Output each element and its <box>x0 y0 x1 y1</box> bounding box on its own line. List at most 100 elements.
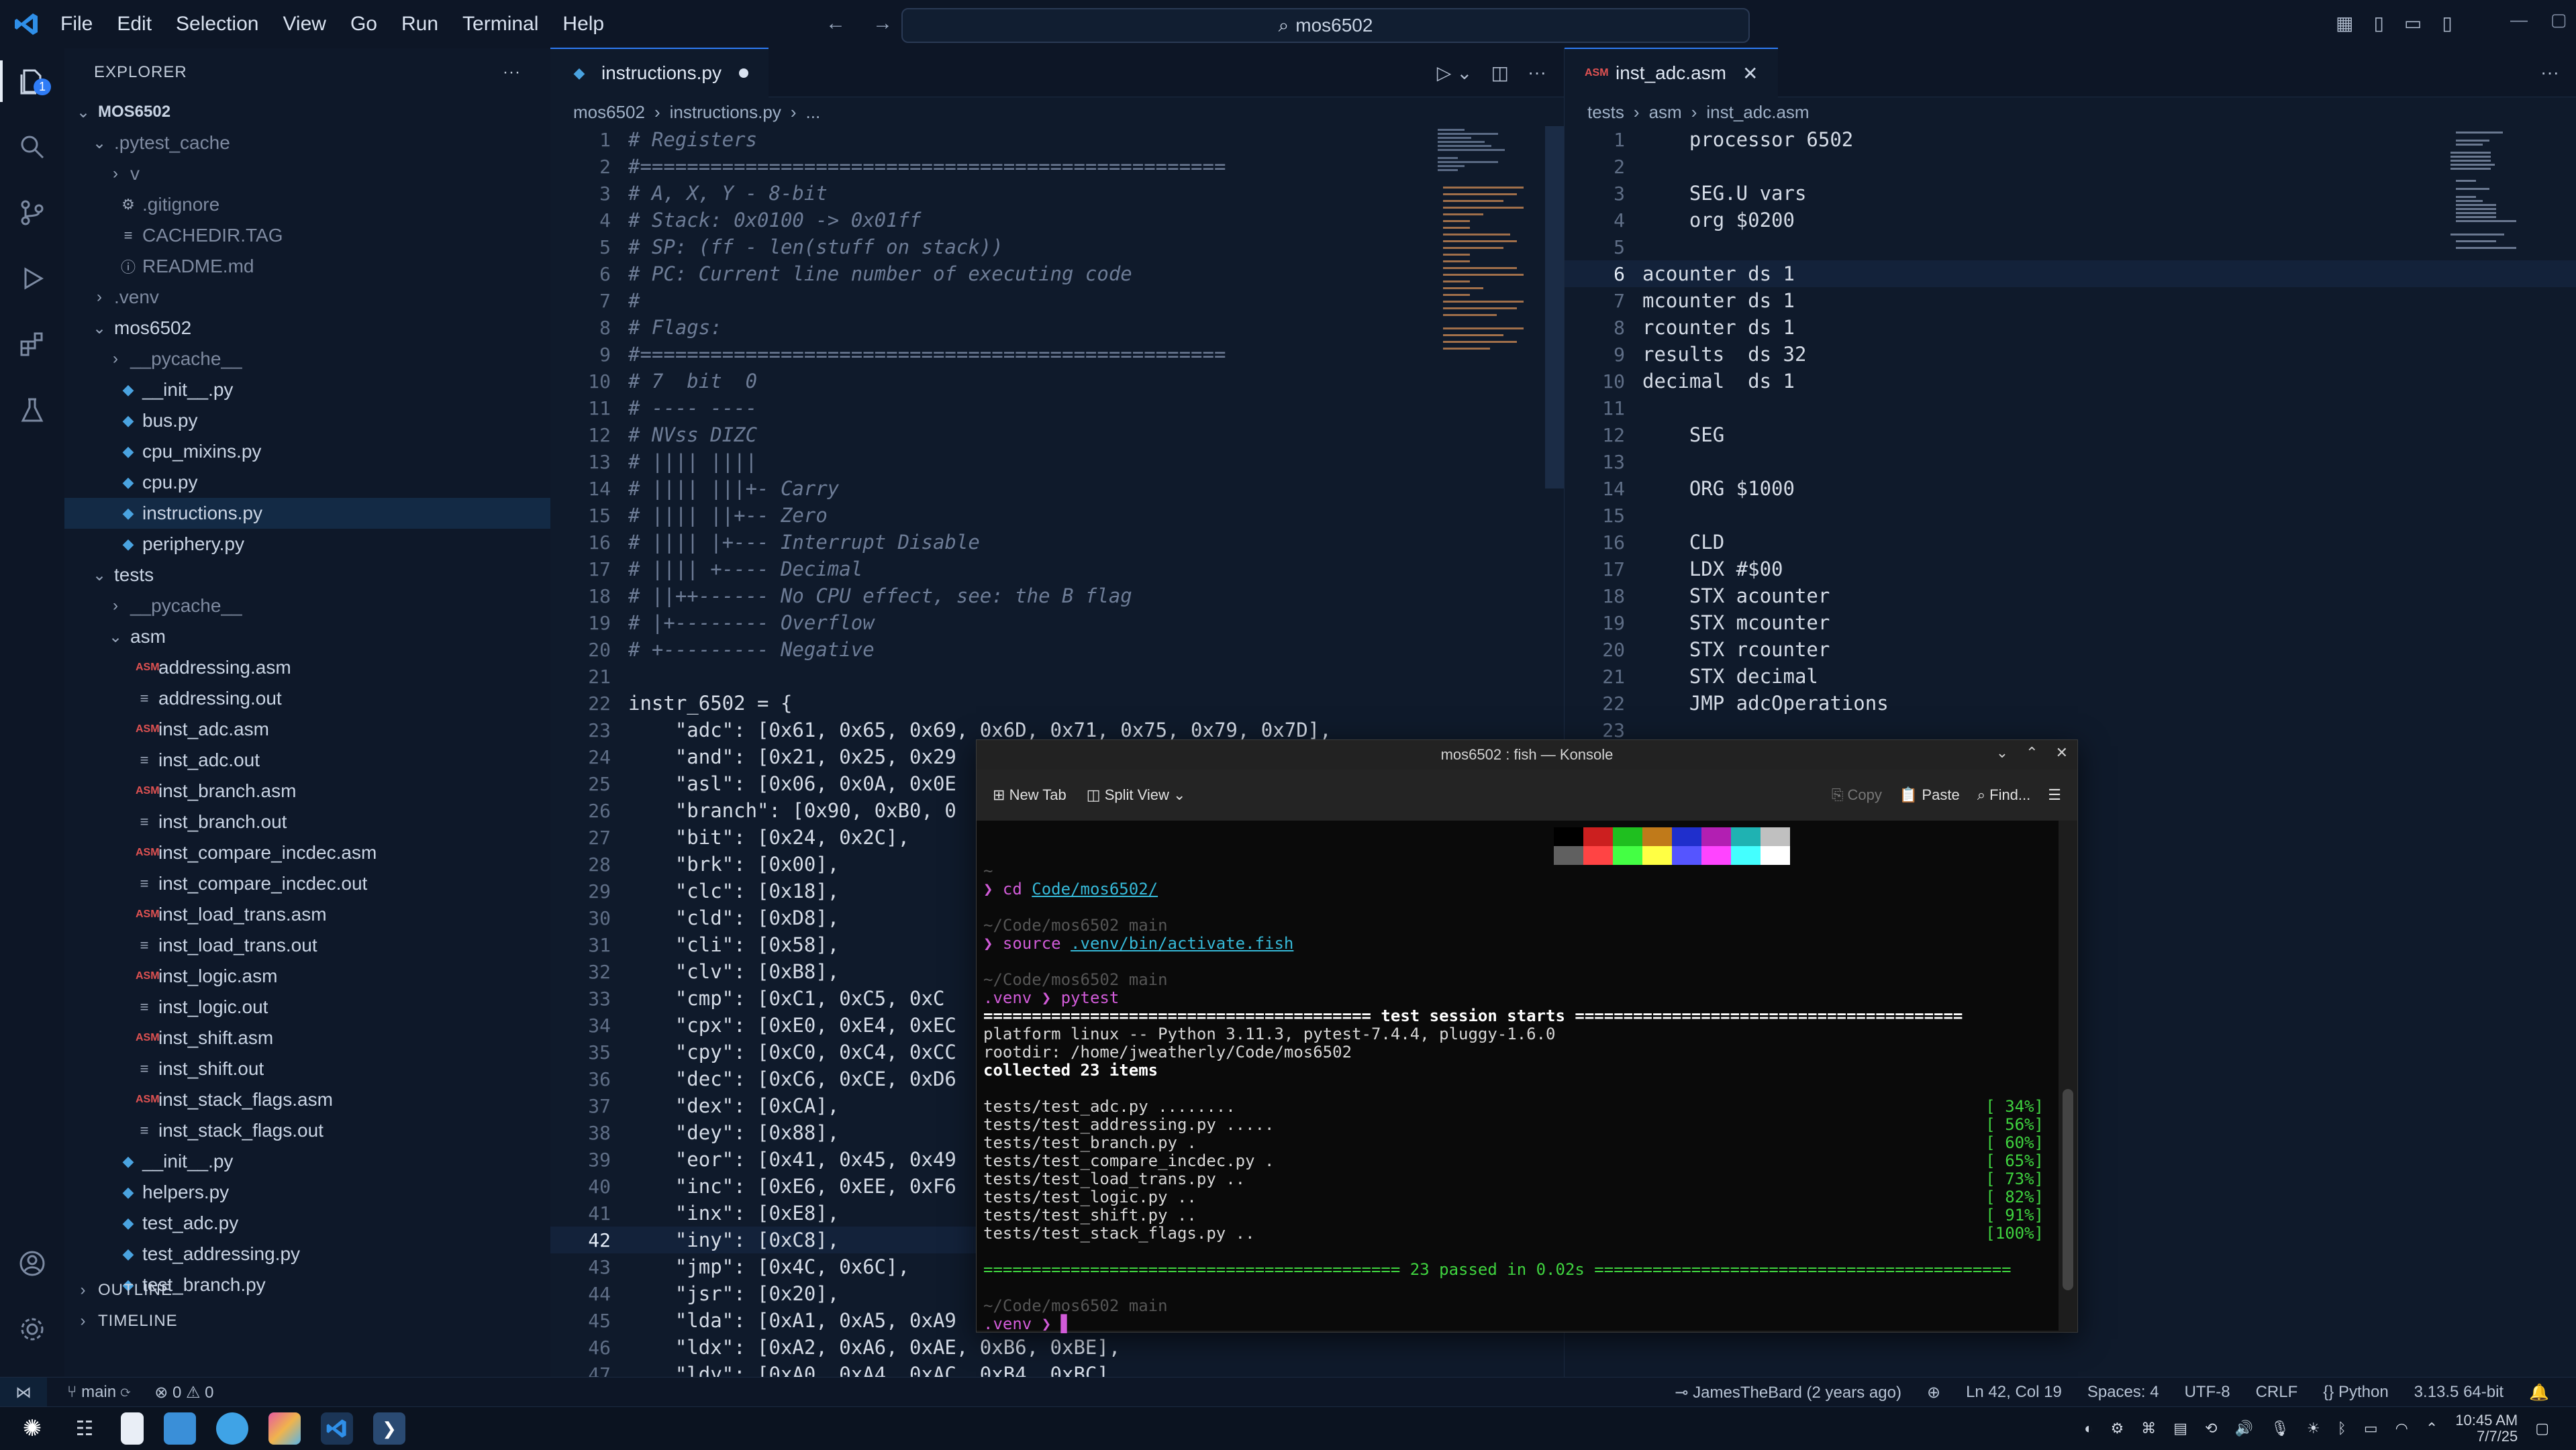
konsole-title-bar[interactable]: mos6502 : fish — Konsole ⌄ ⌃ ✕ <box>977 740 2077 770</box>
tree-file[interactable]: ≡ inst_branch.out <box>64 807 550 837</box>
code-line[interactable]: 13 # |||| |||| <box>550 448 1564 475</box>
code-line[interactable]: 17 # |||| +---- Decimal <box>550 556 1564 582</box>
branch-indicator[interactable]: ⑂ main ⟳ <box>67 1383 130 1402</box>
code-line[interactable]: 7 mcounter ds 1 <box>1565 287 2576 314</box>
tray-updates-icon[interactable]: ⟲ <box>2205 1420 2217 1437</box>
manage-gear-icon[interactable] <box>0 1296 64 1362</box>
tree-file[interactable]: ASM inst_stack_flags.asm <box>64 1084 550 1115</box>
code-line[interactable]: 10 decimal ds 1 <box>1565 368 2576 395</box>
tree-file[interactable]: ASM inst_load_trans.asm <box>64 899 550 930</box>
tree-file[interactable]: ASM inst_compare_incdec.asm <box>64 837 550 868</box>
tree-folder[interactable]: ⌄ mos6502 <box>64 313 550 344</box>
zoom-icon[interactable]: ⊕ <box>1927 1383 1940 1402</box>
breadcrumb-item[interactable]: asm <box>1649 102 1682 123</box>
tree-folder[interactable]: ⌄ MOS6502 <box>64 97 550 127</box>
more-actions-icon[interactable]: ··· <box>2540 62 2559 83</box>
code-line[interactable]: 5 <box>1565 234 2576 260</box>
task-manager-icon[interactable]: ☷ <box>68 1412 101 1445</box>
extensions-icon[interactable] <box>0 311 64 377</box>
sync-icon[interactable]: ⟳ <box>121 1383 130 1401</box>
hamburger-menu-icon[interactable]: ☰ <box>2048 786 2061 804</box>
tree-folder[interactable]: ⌄ .pytest_cache <box>64 127 550 158</box>
code-line[interactable]: 1 # Registers <box>550 126 1564 153</box>
code-line[interactable]: 1 processor 6502 <box>1565 126 2576 153</box>
show-desktop-icon[interactable]: ▢ <box>2535 1420 2549 1437</box>
code-line[interactable]: 8 # Flags: <box>550 314 1564 341</box>
menu-item-help[interactable]: Help <box>562 13 604 36</box>
terminal-output[interactable]: ~ ❯ cd Code/mos6502/~/Code/mos6502 main ❯ … <box>977 821 2071 1333</box>
tree-folder[interactable]: › v <box>64 158 550 189</box>
tree-file[interactable]: ≡ inst_compare_incdec.out <box>64 868 550 899</box>
minimize-icon[interactable]: — <box>2510 9 2528 30</box>
tree-file[interactable]: ◆ test_addressing.py <box>64 1239 550 1270</box>
more-actions-icon[interactable]: ··· <box>1528 62 1546 84</box>
indentation[interactable]: Spaces: 4 <box>2087 1383 2159 1402</box>
tree-file[interactable]: ◆ instructions.py <box>64 498 550 529</box>
code-line[interactable]: 7 # <box>550 287 1564 314</box>
outline-section[interactable]: › OUTLINE <box>64 1275 550 1306</box>
breadcrumb-item[interactable]: mos6502 <box>573 102 645 123</box>
cursor-position[interactable]: Ln 42, Col 19 <box>1966 1383 2062 1402</box>
breadcrumb-item[interactable]: ... <box>806 102 821 123</box>
source-control-icon[interactable] <box>0 180 64 246</box>
copy-button[interactable]: ⎘ Copy <box>1832 786 1882 804</box>
tree-file[interactable]: ASM inst_logic.asm <box>64 961 550 992</box>
line-ending[interactable]: CRLF <box>2256 1383 2298 1402</box>
menu-item-file[interactable]: File <box>60 13 93 36</box>
code-line[interactable]: 9 results ds 32 <box>1565 341 2576 368</box>
tree-file[interactable]: ≡ addressing.out <box>64 683 550 714</box>
toggle-secondary-sidebar-icon[interactable]: ▯ <box>2442 12 2452 34</box>
code-line[interactable]: 5 # SP: (ff - len(stuff on stack)) <box>550 234 1564 260</box>
split-editor-icon[interactable]: ◫ <box>1491 62 1509 84</box>
tree-folder[interactable]: › __pycache__ <box>64 344 550 374</box>
terminal-path-link[interactable]: .venv/bin/activate.fish <box>1071 934 1293 953</box>
app-launcher-icon[interactable]: ✺ <box>16 1412 48 1445</box>
tree-file[interactable]: ASM inst_adc.asm <box>64 714 550 745</box>
code-line[interactable]: 18 STX acounter <box>1565 582 2576 609</box>
code-line[interactable]: 16 CLD <box>1565 529 2576 556</box>
maximize-icon[interactable]: ▢ <box>2550 9 2567 30</box>
code-line[interactable]: 2 <box>1565 153 2576 180</box>
menu-item-run[interactable]: Run <box>401 13 438 36</box>
tree-file[interactable]: ◆ __init__.py <box>64 1146 550 1177</box>
tree-file[interactable]: ◆ helpers.py <box>64 1177 550 1208</box>
tray-discord-icon[interactable]: ◐ <box>2084 1420 2093 1437</box>
menu-item-edit[interactable]: Edit <box>117 13 152 36</box>
code-line[interactable]: 12 SEG <box>1565 421 2576 448</box>
tree-file[interactable]: ≡ inst_logic.out <box>64 992 550 1023</box>
problems-indicator[interactable]: ⊗ 0 ⚠ 0 <box>154 1383 213 1402</box>
run-file-icon[interactable]: ▷ ⌄ <box>1437 62 1473 84</box>
find-button[interactable]: ⌕ Find... <box>1977 786 2031 804</box>
code-line[interactable]: 11 <box>1565 395 2576 421</box>
run-debug-icon[interactable] <box>0 246 64 311</box>
timeline-section[interactable]: › TIMELINE <box>64 1306 550 1337</box>
code-line[interactable]: 46 "ldx": [0xA2, 0xA6, 0xAE, 0xB6, 0xBE]… <box>550 1334 1564 1361</box>
paste-button[interactable]: 📋 Paste <box>1899 786 1960 804</box>
tree-file[interactable]: ASM inst_branch.asm <box>64 776 550 807</box>
code-line[interactable]: 14 # |||| |||+- Carry <box>550 475 1564 502</box>
tree-file[interactable]: ≡ inst_adc.out <box>64 745 550 776</box>
minimize-icon[interactable]: ⌄ <box>1996 744 2008 762</box>
code-line[interactable]: 6 acounter ds 1 <box>1565 260 2576 287</box>
menu-item-terminal[interactable]: Terminal <box>462 13 538 36</box>
code-line[interactable]: 17 LDX #$00 <box>1565 556 2576 582</box>
code-line[interactable]: 12 # NVss DIZC <box>550 421 1564 448</box>
code-line[interactable]: 22 JMP adcOperations <box>1565 690 2576 717</box>
code-line[interactable]: 6 # PC: Current line number of executing … <box>550 260 1564 287</box>
terminal-scrollbar[interactable] <box>2059 821 2077 1331</box>
tray-network-icon[interactable]: ⌘ <box>2141 1420 2156 1437</box>
terminal-path-link[interactable]: Code/mos6502/ <box>1032 880 1158 898</box>
tab-inst-adc-asm[interactable]: ASM inst_adc.asm ✕ <box>1565 48 1779 97</box>
tree-file[interactable]: ASM inst_shift.asm <box>64 1023 550 1053</box>
unsaved-dot-icon[interactable] <box>738 68 748 78</box>
code-line[interactable]: 15 <box>1565 502 2576 529</box>
tray-clipboard-icon[interactable]: ▤ <box>2173 1420 2187 1437</box>
code-line[interactable]: 15 # |||| ||+-- Zero <box>550 502 1564 529</box>
search-activity-icon[interactable] <box>0 114 64 180</box>
code-line[interactable]: 19 # |+-------- Overflow <box>550 609 1564 636</box>
code-line[interactable]: 8 rcounter ds 1 <box>1565 314 2576 341</box>
tray-display-icon[interactable]: ▭ <box>2364 1420 2378 1437</box>
split-view-button[interactable]: ◫ Split View ⌄ <box>1087 786 1186 804</box>
breadcrumb-item[interactable]: instructions.py <box>670 102 781 123</box>
tray-bluetooth-icon[interactable]: ᛒ <box>2338 1420 2346 1437</box>
